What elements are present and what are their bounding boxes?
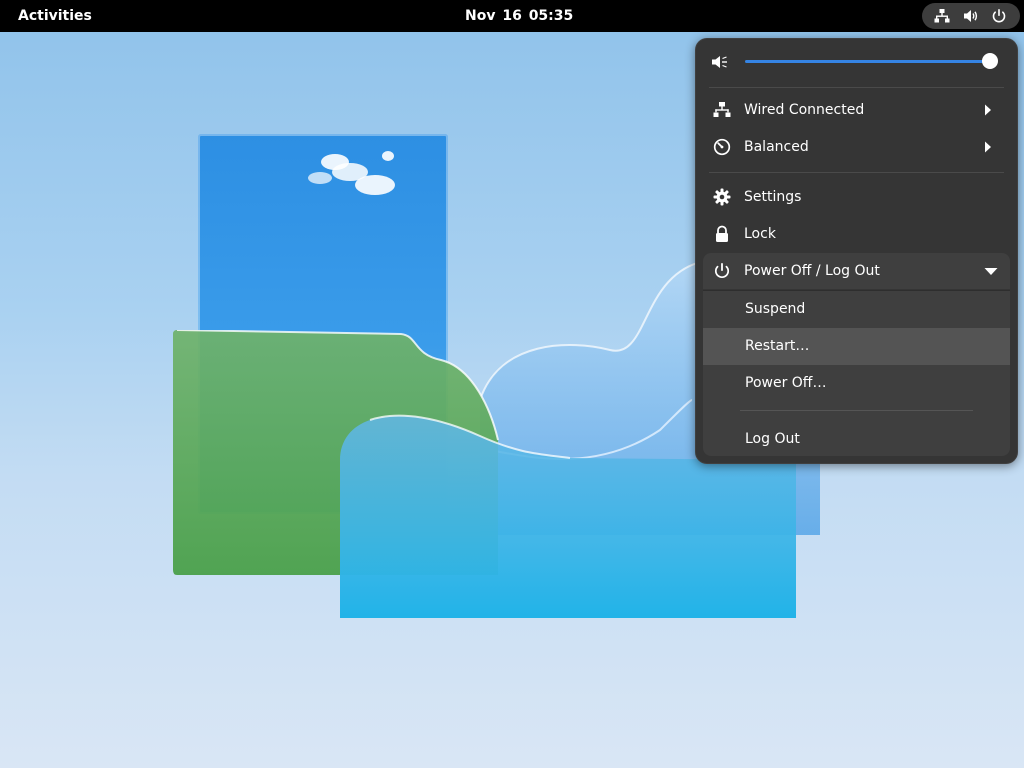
power-off-log-out-label: Power Off / Log Out [744, 263, 880, 279]
chevron-down-icon [984, 265, 998, 277]
top-bar: Activities Nov 16 05:35 [0, 0, 1024, 32]
system-menu-button[interactable] [922, 3, 1020, 29]
power-icon [713, 262, 731, 280]
restart-label: Restart… [745, 338, 810, 354]
power-submenu: Suspend Restart… Power Off… Log Out [703, 290, 1010, 456]
lock-label: Lock [744, 226, 776, 242]
volume-slider-track[interactable] [745, 60, 990, 63]
network-wired-icon [934, 8, 950, 24]
power-off-label: Power Off… [745, 375, 827, 391]
gear-icon [713, 188, 731, 206]
volume-row [703, 44, 1010, 80]
power-icon [991, 8, 1007, 24]
lock-icon [713, 225, 731, 243]
wired-connected-item[interactable]: Wired Connected [703, 92, 1010, 128]
power-off-item[interactable]: Power Off… [703, 365, 1010, 402]
power-off-log-out-item[interactable]: Power Off / Log Out [703, 253, 1010, 289]
suspend-item[interactable]: Suspend [703, 291, 1010, 328]
chevron-right-icon [982, 141, 994, 153]
balanced-label: Balanced [744, 139, 809, 155]
speaker-volume-icon [963, 8, 979, 24]
separator [709, 172, 1004, 173]
quick-settings-menu: Wired Connected Balanced Settings Lock P… [695, 38, 1018, 464]
wallpaper-cloud [308, 151, 395, 195]
log-out-label: Log Out [745, 431, 800, 447]
lock-item[interactable]: Lock [703, 216, 1010, 252]
power-mode-item[interactable]: Balanced [703, 129, 1010, 165]
network-wired-icon [713, 101, 731, 119]
separator [740, 410, 973, 411]
log-out-item[interactable]: Log Out [703, 421, 1010, 458]
speaker-muted-icon[interactable] [711, 53, 729, 71]
activities-button[interactable]: Activities [10, 4, 100, 28]
settings-item[interactable]: Settings [703, 179, 1010, 215]
separator [709, 87, 1004, 88]
power-profile-icon [713, 138, 731, 156]
restart-item[interactable]: Restart… [703, 328, 1010, 365]
wired-connected-label: Wired Connected [744, 102, 865, 118]
volume-slider-knob[interactable] [982, 53, 998, 69]
settings-label: Settings [744, 189, 802, 205]
desktop: Activities Nov 16 05:35 Wired Connected … [0, 0, 1024, 768]
chevron-right-icon [982, 104, 994, 116]
suspend-label: Suspend [745, 301, 806, 317]
clock-button[interactable]: Nov 16 05:35 [455, 4, 583, 28]
